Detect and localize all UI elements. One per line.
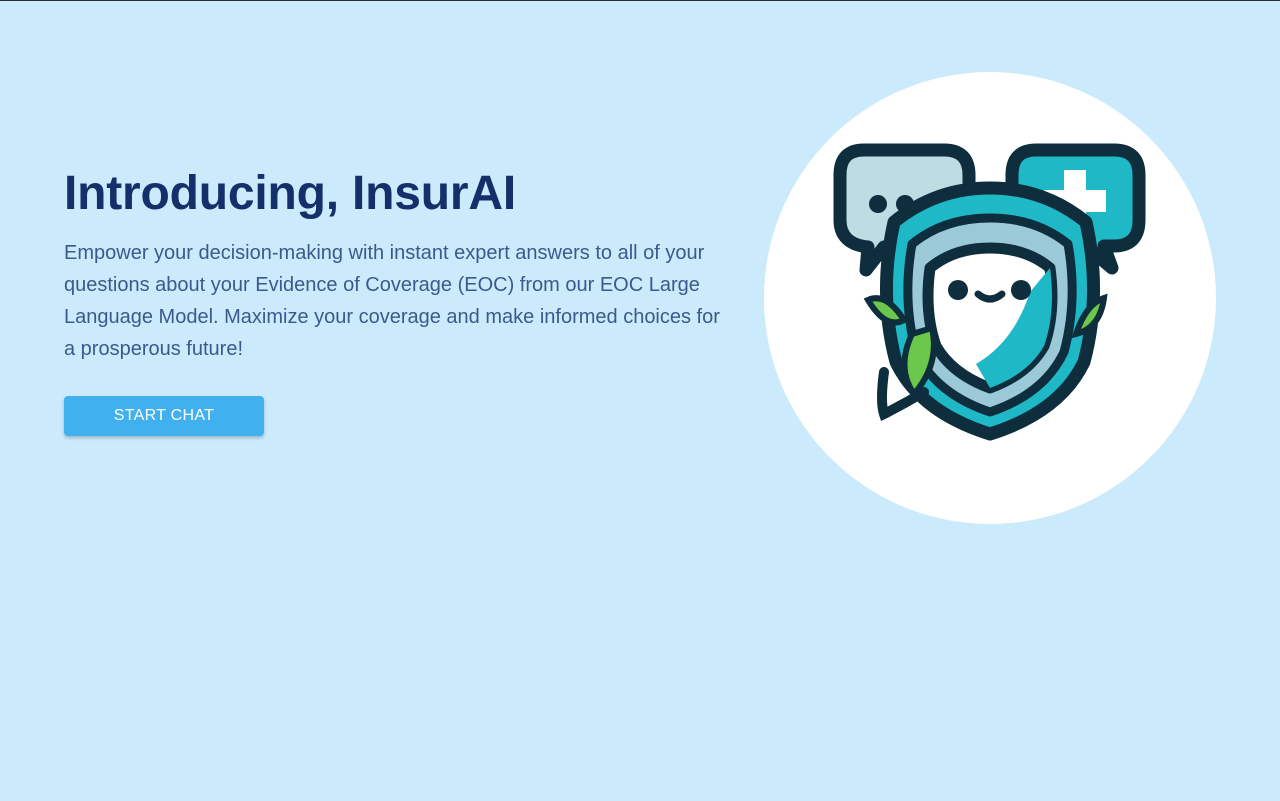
shield-mascot-chat-icon — [833, 143, 1146, 441]
page-title: Introducing, InsurAI — [64, 167, 516, 220]
hero-section: Introducing, InsurAI Empower your decisi… — [64, 161, 724, 365]
hero-description: Empower your decision-making with instan… — [64, 242, 720, 360]
start-chat-button[interactable]: START CHAT — [64, 396, 264, 436]
logo-badge — [764, 72, 1216, 524]
